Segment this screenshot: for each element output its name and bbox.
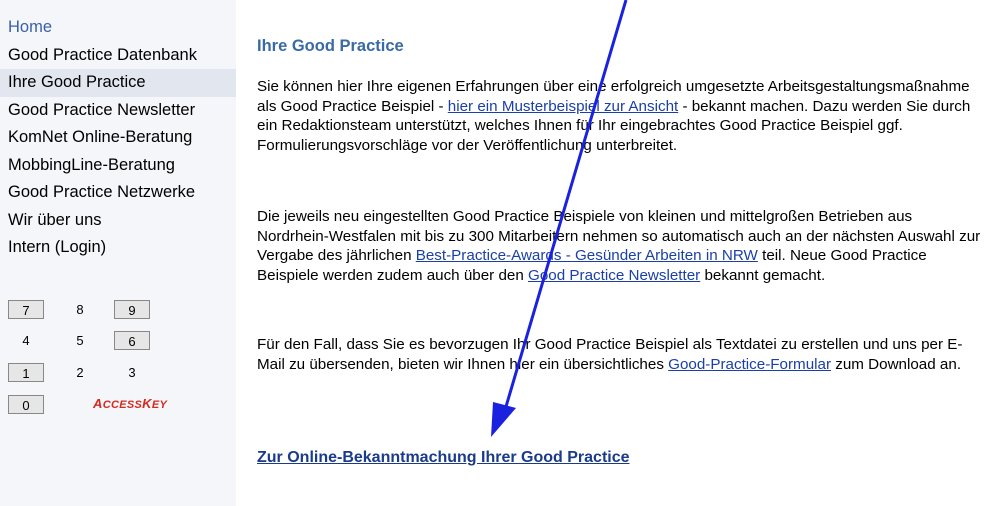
accesskey-6-button[interactable]: 6 — [114, 331, 150, 350]
sidebar-item-good-practice-datenbank[interactable]: Good Practice Datenbank — [0, 42, 236, 70]
online-bekanntmachung-link[interactable]: Zur Online-Bekanntmachung Ihrer Good Pra… — [257, 449, 630, 467]
sidebar-item-good-practice-newsletter[interactable]: Good Practice Newsletter — [0, 97, 236, 125]
accesskey-2-label: 2 — [76, 365, 84, 380]
musterbeispiel-link[interactable]: hier ein Musterbeispiel zur Ansicht — [448, 98, 678, 115]
good-practice-formular-link[interactable]: Good-Practice-Formular — [668, 356, 831, 373]
newsletter-link[interactable]: Good Practice Newsletter — [528, 267, 700, 284]
accesskey-9-button[interactable]: 9 — [114, 300, 150, 319]
arrow-head — [491, 402, 516, 437]
sidebar-item-intern-login[interactable]: Intern (Login) — [0, 234, 236, 262]
accesskey-1-button[interactable]: 1 — [8, 363, 44, 382]
accesskey-7-button[interactable]: 7 — [8, 300, 44, 319]
sidebar-item-wir-ueber-uns[interactable]: Wir über uns — [0, 207, 236, 235]
page-title: Ihre Good Practice — [257, 37, 404, 55]
download-text-2: zum Download an. — [831, 355, 962, 373]
sidebar-item-home[interactable]: Home — [0, 14, 236, 42]
accesskey-label-ey: EY — [151, 399, 168, 411]
sidebar-item-mobbingline-beratung[interactable]: MobbingLine-Beratung — [0, 152, 236, 180]
accesskey-label: ACCESSKEY — [93, 396, 167, 411]
accesskey-5-label: 5 — [76, 333, 84, 348]
accesskey-8-label: 8 — [76, 302, 84, 317]
sidebar: Home Good Practice Datenbank Ihre Good P… — [0, 0, 236, 506]
accesskey-0-button[interactable]: 0 — [8, 395, 44, 414]
accesskey-label-a: A — [93, 396, 103, 411]
award-text-3: bekannt gemacht. — [700, 266, 826, 284]
best-practice-awards-link[interactable]: Best-Practice-Awards - Gesünder Arbeiten… — [416, 247, 758, 264]
intro-paragraph: Sie können hier Ihre eigenen Erfahrungen… — [257, 77, 985, 155]
sidebar-item-good-practice-netzwerke[interactable]: Good Practice Netzwerke — [0, 179, 236, 207]
award-paragraph: Die jeweils neu eingestellten Good Pract… — [257, 207, 985, 285]
accesskey-3-label: 3 — [128, 365, 136, 380]
accesskey-4-label: 4 — [22, 333, 30, 348]
download-paragraph: Für den Fall, dass Sie es bevorzugen Ihr… — [257, 335, 985, 374]
sidebar-nav: Home Good Practice Datenbank Ihre Good P… — [0, 14, 236, 262]
sidebar-item-komnet-online-beratung[interactable]: KomNet Online-Beratung — [0, 124, 236, 152]
accesskey-label-ccess: CCESS — [102, 399, 143, 411]
sidebar-item-ihre-good-practice[interactable]: Ihre Good Practice — [0, 69, 236, 97]
accesskey-label-k: K — [142, 396, 152, 411]
